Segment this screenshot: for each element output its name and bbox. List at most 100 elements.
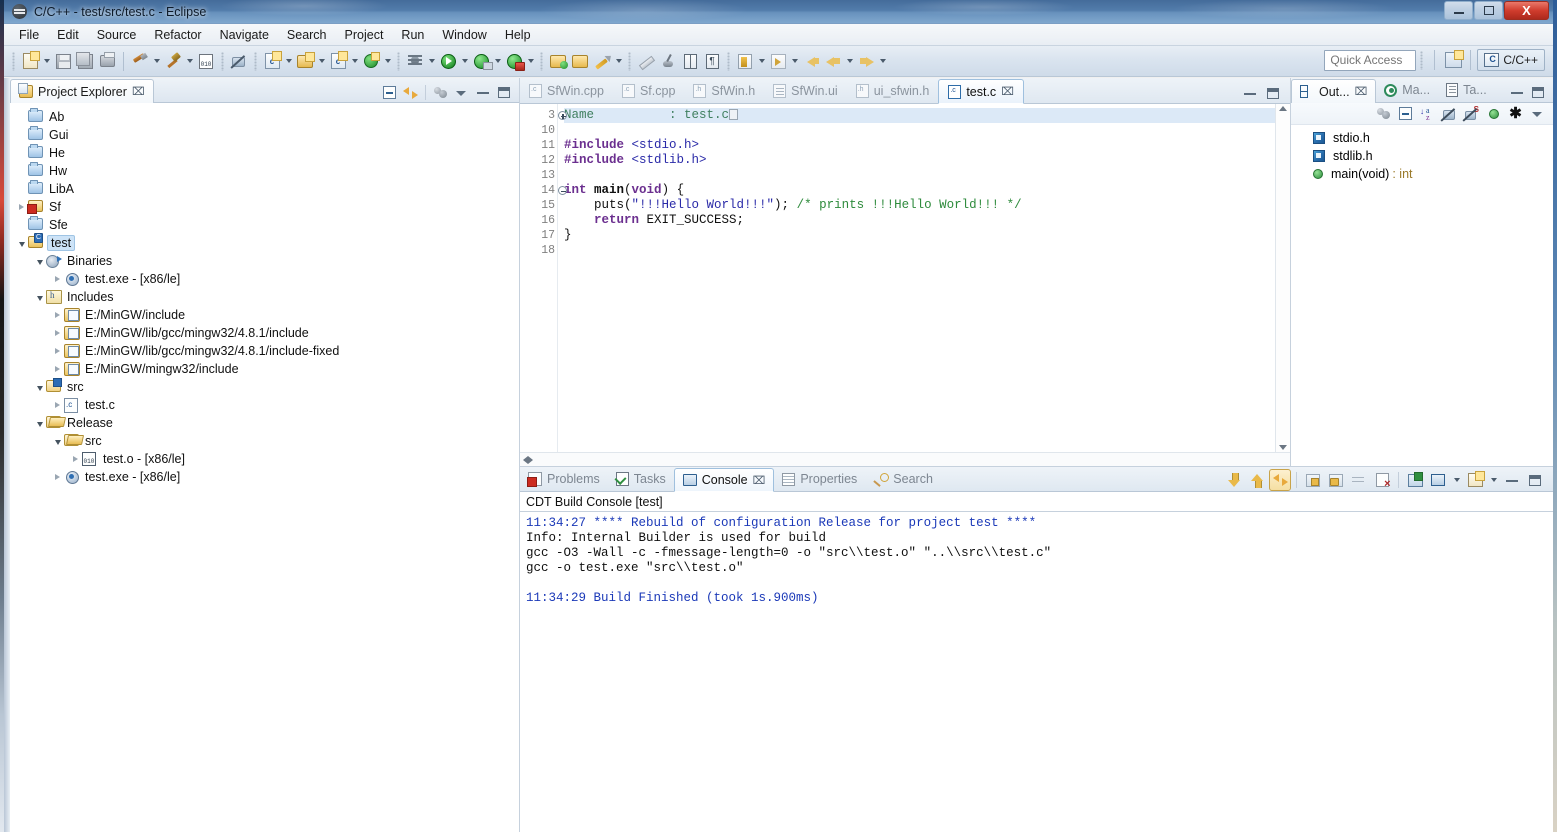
ruler-button[interactable]	[635, 50, 657, 72]
new-console-dropdown[interactable]	[1488, 469, 1499, 491]
pin-console-button[interactable]	[1326, 470, 1346, 490]
tab-tasks[interactable]: Tasks	[608, 467, 674, 491]
open-console-dropdown[interactable]	[1451, 469, 1462, 491]
new-c-project-dropdown[interactable]	[316, 50, 327, 72]
link-with-editor-button[interactable]	[401, 83, 420, 102]
hide-static-button[interactable]: S	[1462, 104, 1481, 123]
collapse-twisty-icon[interactable]	[33, 414, 46, 432]
collapse-twisty-icon[interactable]	[33, 288, 46, 306]
fold-expand-icon[interactable]	[557, 110, 568, 121]
toolbar-grip-3[interactable]	[254, 52, 257, 71]
print-button[interactable]	[96, 50, 118, 72]
outline-items[interactable]: stdio.hstdlib.hmain(void) : int	[1291, 125, 1553, 466]
quick-access-input[interactable]	[1324, 50, 1416, 71]
tab-project-explorer[interactable]: Project Explorer ⌧	[10, 79, 154, 103]
new-wizard-dropdown[interactable]	[41, 50, 52, 72]
forward-button[interactable]	[855, 50, 877, 72]
build-all-dropdown[interactable]	[151, 50, 162, 72]
back-button[interactable]	[822, 50, 844, 72]
show-whitespace-button[interactable]	[679, 50, 701, 72]
fold-collapse-icon[interactable]	[557, 185, 568, 196]
expand-twisty-icon[interactable]	[51, 324, 64, 342]
editor-vertical-scrollbar[interactable]	[1275, 104, 1290, 452]
new-wizard-button[interactable]	[19, 50, 41, 72]
save-button[interactable]	[52, 50, 74, 72]
run-external-tools-button[interactable]	[470, 50, 492, 72]
tree-item-e-mingw-lib-gcc-mingw32-4-8-1-include-fixed[interactable]: E:/MinGW/lib/gcc/mingw32/4.8.1/include-f…	[10, 342, 519, 360]
tree-item-release[interactable]: Release	[10, 414, 519, 432]
maximize-view-button[interactable]	[1528, 83, 1547, 102]
tree-item-includes[interactable]: Includes	[10, 288, 519, 306]
sort-alphabetically-button[interactable]: ↓	[1418, 104, 1437, 123]
editor-tab-sfwin-cpp[interactable]: SfWin.cpp	[520, 78, 613, 103]
maximize-editor-button[interactable]	[1263, 84, 1282, 103]
collapse-all-button[interactable]	[380, 83, 399, 102]
close-button[interactable]: X	[1504, 1, 1549, 20]
editor-tab-test-c[interactable]: test.c⌧	[938, 79, 1024, 104]
hide-non-public-button[interactable]	[1484, 104, 1503, 123]
minimize-view-button[interactable]	[473, 83, 492, 102]
tree-item-e-mingw-include[interactable]: E:/MinGW/include	[10, 306, 519, 324]
perspective-cc-button[interactable]: C/C++	[1477, 49, 1545, 71]
tree-item-ab[interactable]: Ab	[10, 108, 519, 126]
hide-fields-button[interactable]	[1440, 104, 1459, 123]
remove-console-button[interactable]	[1372, 470, 1392, 490]
tree-item-sfe[interactable]: Sfe	[10, 216, 519, 234]
next-edit-button[interactable]	[767, 50, 789, 72]
tree-item-test[interactable]: test	[10, 234, 519, 252]
group-includes-button[interactable]	[1374, 104, 1393, 123]
menu-project[interactable]: Project	[336, 26, 393, 44]
tree-item-liba[interactable]: LibA	[10, 180, 519, 198]
menu-source[interactable]: Source	[88, 26, 146, 44]
menu-search[interactable]: Search	[278, 26, 336, 44]
skip-breakpoints-button[interactable]	[228, 50, 250, 72]
open-perspective-button[interactable]	[1442, 49, 1464, 71]
debug-dropdown[interactable]	[426, 50, 437, 72]
menu-window[interactable]: Window	[433, 26, 495, 44]
close-icon[interactable]: ⌧	[1001, 85, 1014, 98]
toggle-binary-button[interactable]: 010	[195, 50, 217, 72]
open-editor-button[interactable]	[591, 50, 613, 72]
collapse-twisty-icon[interactable]	[33, 378, 46, 396]
maximize-view-button[interactable]	[494, 83, 513, 102]
maximize-console-button[interactable]	[1525, 470, 1545, 490]
build-all-button[interactable]	[129, 50, 151, 72]
code-editor[interactable]: 3101112131415161718 Name : test.c #inclu…	[520, 104, 1290, 452]
source-code[interactable]: Name : test.c #include <stdio.h>#include…	[558, 104, 1275, 452]
open-editor-dropdown[interactable]	[613, 50, 624, 72]
new-c-class-dropdown[interactable]	[283, 50, 294, 72]
expand-twisty-icon[interactable]	[69, 450, 82, 468]
toolbar-grip[interactable]	[12, 52, 15, 71]
expand-twisty-icon[interactable]	[51, 270, 64, 288]
debug-button[interactable]	[404, 50, 426, 72]
toolbar-grip-2[interactable]	[221, 52, 224, 71]
scroll-lock-down-button[interactable]	[1224, 470, 1244, 490]
collapse-twisty-icon[interactable]	[15, 234, 28, 252]
build-button[interactable]	[162, 50, 184, 72]
new-c-class-button[interactable]: c	[261, 50, 283, 72]
back-history-button[interactable]	[800, 50, 822, 72]
scroll-lock-up-button[interactable]	[1247, 470, 1267, 490]
tab-task-list[interactable]: Ta...	[1438, 78, 1495, 102]
collapse-all-button[interactable]	[1396, 104, 1415, 123]
view-menu-button[interactable]	[1528, 104, 1547, 123]
tab-console[interactable]: Console ⌧	[674, 468, 775, 492]
project-tree[interactable]: AbGuiHeHwLibASfSfetestBinariestest.exe -…	[10, 103, 519, 832]
minimize-view-button[interactable]	[1507, 83, 1526, 102]
open-folder-button[interactable]	[569, 50, 591, 72]
next-edit-dropdown[interactable]	[789, 50, 800, 72]
tree-item-he[interactable]: He	[10, 144, 519, 162]
new-c-project-button[interactable]	[294, 50, 316, 72]
menu-edit[interactable]: Edit	[48, 26, 88, 44]
editor-tab-ui-sfwin-h[interactable]: ui_sfwin.h	[847, 78, 939, 103]
open-type-button[interactable]	[547, 50, 569, 72]
scroll-down-icon[interactable]	[1279, 445, 1287, 450]
hide-macros-button[interactable]: ✱	[1506, 104, 1525, 123]
toolbar-grip-7[interactable]	[727, 52, 730, 71]
forward-dropdown[interactable]	[877, 50, 888, 72]
run-configurations-button[interactable]	[503, 50, 525, 72]
build-dropdown[interactable]	[184, 50, 195, 72]
show-console-button[interactable]	[1303, 470, 1323, 490]
collapse-twisty-icon[interactable]	[51, 432, 64, 450]
tab-outline[interactable]: Out... ⌧	[1291, 79, 1376, 103]
